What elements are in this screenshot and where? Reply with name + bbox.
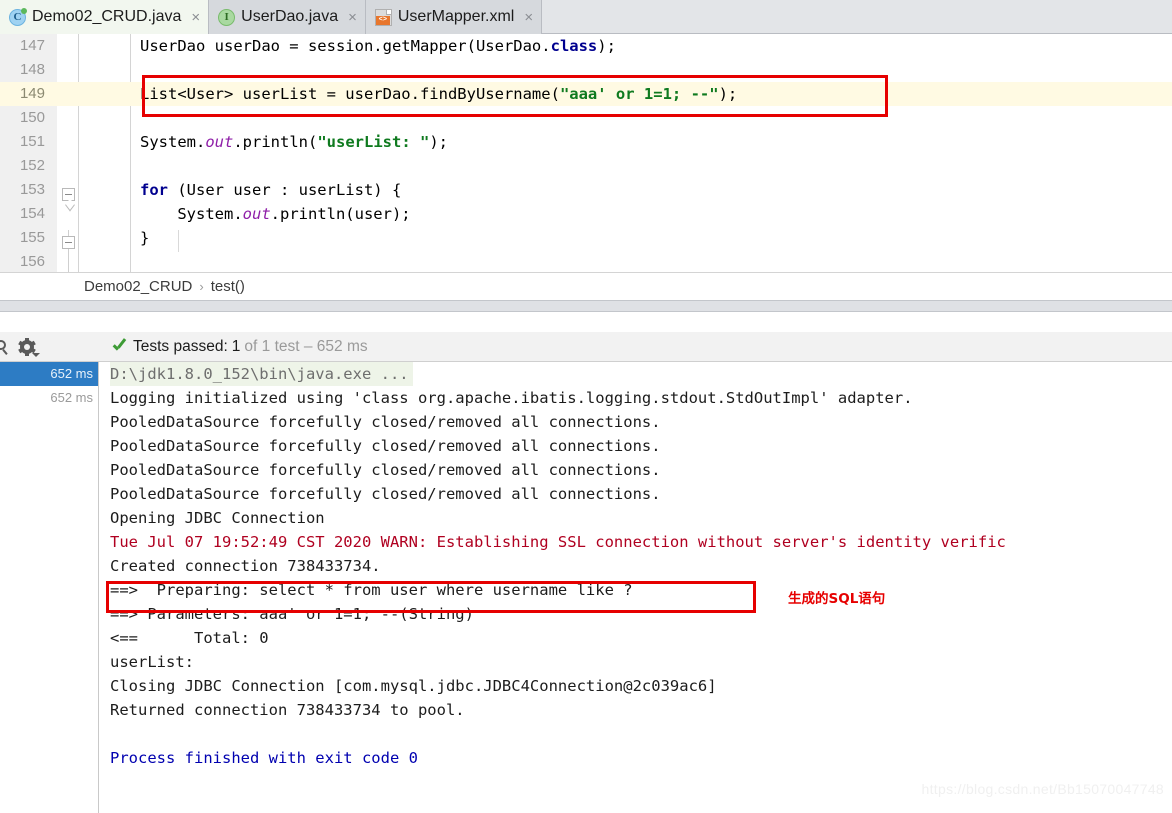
console-line: PooledDataSource forcefully closed/remov… — [110, 485, 661, 503]
console-line-sql: ==> Preparing: select * from user where … — [110, 581, 633, 599]
line-number: 148 — [19, 61, 45, 78]
console-line: PooledDataSource forcefully closed/remov… — [110, 437, 661, 455]
status-passed-count: 1 — [231, 338, 241, 355]
ide-window: C Demo02_CRUD.java × I UserDao.java × <>… — [0, 0, 1172, 813]
console-line: ==> Parameters: aaa' or 1=1; --(String) — [110, 605, 474, 623]
editor-line: 147 UserDao userDao = session.getMapper(… — [0, 34, 1172, 58]
indent-guide — [178, 230, 179, 252]
line-number: 154 — [19, 205, 45, 222]
panel-splitter[interactable] — [0, 300, 1172, 312]
editor-line: 153 for (User user : userList) { — [0, 178, 1172, 202]
fold-collapse-icon[interactable] — [62, 236, 75, 249]
editor-line: 154 System.out.println(user); — [0, 202, 1172, 226]
run-panel-toolbar: Tests passed: 1 of 1 test – 652 ms — [0, 332, 1172, 362]
timestamp-chip[interactable]: 652 ms — [0, 386, 98, 410]
sql-annotation-label: 生成的SQL语句 — [788, 591, 886, 607]
breadcrumb-item-method[interactable]: test() — [211, 278, 245, 295]
settings-gear-icon[interactable] — [18, 338, 40, 357]
console-line: Logging initialized using 'class org.apa… — [110, 389, 913, 407]
editor-line: 155 } — [0, 226, 1172, 250]
console-line: PooledDataSource forcefully closed/remov… — [110, 461, 661, 479]
console-line: Closing JDBC Connection [com.mysql.jdbc.… — [110, 677, 717, 695]
tab-close-icon[interactable]: × — [524, 10, 533, 25]
line-code: UserDao userDao = session.getMapper(User… — [140, 37, 616, 55]
timestamp-chip[interactable]: 652 ms — [0, 362, 98, 386]
line-code: System.out.println(user); — [140, 205, 411, 223]
tab-userdao-java[interactable]: I UserDao.java × — [209, 0, 366, 34]
console-output: D:\jdk1.8.0_152\bin\java.exe ... Logging… — [110, 362, 1172, 770]
tab-close-icon[interactable]: × — [191, 10, 200, 25]
console-line: D:\jdk1.8.0_152\bin\java.exe ... — [110, 362, 413, 386]
xml-file-icon: <> — [374, 8, 392, 26]
editor-line: 148 — [0, 58, 1172, 82]
breadcrumb-item-class[interactable]: Demo02_CRUD — [84, 278, 192, 295]
console-line: <== Total: 0 — [110, 629, 269, 647]
editor-tab-bar: C Demo02_CRUD.java × I UserDao.java × <>… — [0, 0, 1172, 35]
watermark-text: https://blog.csdn.net/Bb15070047748 — [921, 781, 1164, 797]
tab-usermapper-xml[interactable]: <> UserMapper.xml × — [365, 0, 543, 34]
line-code: List<User> userList = userDao.findByUser… — [140, 85, 738, 103]
editor-lines: 147 UserDao userDao = session.getMapper(… — [0, 34, 1172, 272]
search-icon[interactable] — [0, 340, 9, 355]
chevron-right-icon: › — [199, 279, 204, 294]
line-number: 153 — [19, 181, 45, 198]
console-line: userList: — [110, 653, 194, 671]
line-number: 155 — [19, 229, 45, 246]
tab-label: UserMapper.xml — [397, 8, 515, 25]
checkmark-icon — [112, 340, 127, 355]
breadcrumb[interactable]: Demo02_CRUD › test() — [0, 272, 1172, 300]
fold-collapse-icon[interactable] — [62, 188, 75, 201]
console-line-warning: Tue Jul 07 19:52:49 CST 2020 WARN: Estab… — [110, 533, 1006, 551]
code-editor[interactable]: 147 UserDao userDao = session.getMapper(… — [0, 34, 1172, 272]
console-line-exit: Process finished with exit code 0 — [110, 749, 418, 767]
tab-close-icon[interactable]: × — [348, 10, 357, 25]
tab-label: Demo02_CRUD.java — [32, 8, 182, 25]
tab-bar-empty-space — [542, 0, 1172, 33]
java-interface-icon: I — [218, 8, 236, 26]
tab-label: UserDao.java — [241, 8, 339, 25]
status-detail: of 1 test – 652 ms — [244, 338, 368, 355]
console-line: Returned connection 738433734 to pool. — [110, 701, 465, 719]
tab-demo02-crud-java[interactable]: C Demo02_CRUD.java × — [0, 0, 210, 35]
editor-line: 156 — [0, 250, 1172, 272]
console-line: Opening JDBC Connection — [110, 509, 325, 527]
line-code: } — [140, 229, 150, 247]
line-code: System.out.println("userList: "); — [140, 133, 448, 151]
console-timestamp-column: 652 ms 652 ms — [0, 362, 99, 813]
test-status-bar: Tests passed: 1 of 1 test – 652 ms — [112, 332, 368, 362]
line-number: 152 — [19, 157, 45, 174]
line-number: 149 — [19, 85, 45, 102]
editor-line: 151 System.out.println("userList: "); — [0, 130, 1172, 154]
console-line: PooledDataSource forcefully closed/remov… — [110, 413, 661, 431]
editor-line: 150 — [0, 106, 1172, 130]
java-class-icon: C — [9, 7, 27, 26]
editor-line-highlighted: 149 List<User> userList = userDao.findBy… — [0, 82, 1172, 106]
editor-line: 152 — [0, 154, 1172, 178]
line-number: 156 — [19, 253, 45, 270]
line-number: 147 — [19, 37, 45, 54]
line-number: 150 — [19, 109, 45, 126]
run-console[interactable]: 652 ms 652 ms D:\jdk1.8.0_152\bin\java.e… — [0, 362, 1172, 813]
status-label: Tests passed: — [133, 338, 228, 355]
line-number: 151 — [19, 133, 45, 150]
line-code: for (User user : userList) { — [140, 181, 402, 199]
console-line: Created connection 738433734. — [110, 557, 381, 575]
